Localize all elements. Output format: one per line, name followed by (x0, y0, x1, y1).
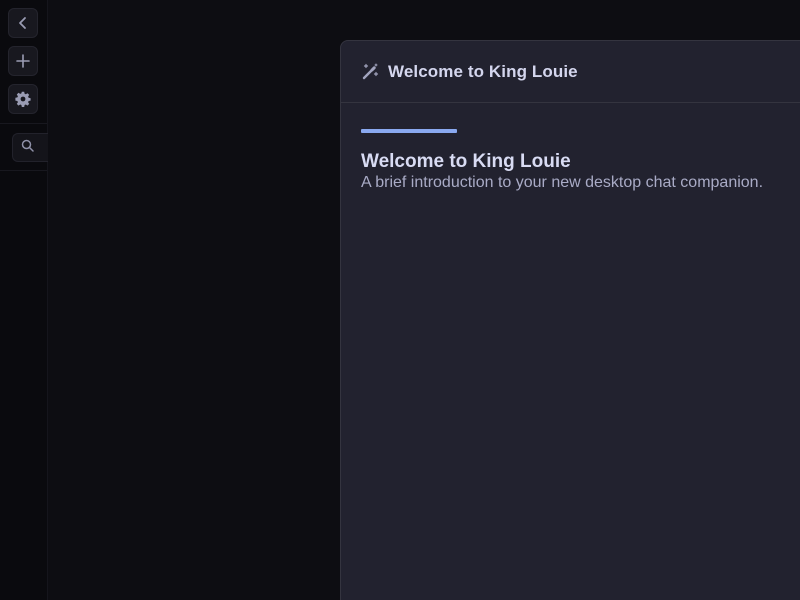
magic-wand-icon (361, 62, 379, 81)
new-chat-button[interactable] (8, 46, 38, 76)
onboarding-progress-bar (361, 129, 457, 133)
welcome-dialog: Welcome to King Louie Welcome to King Lo… (340, 40, 800, 600)
collapse-sidebar-button[interactable] (8, 8, 38, 38)
settings-button[interactable] (8, 84, 38, 114)
step-subtitle: A brief introduction to your new desktop… (361, 174, 764, 191)
chevron-left-icon (16, 16, 30, 30)
sidebar (0, 0, 52, 600)
plus-icon (16, 54, 30, 68)
dialog-header: Welcome to King Louie (341, 41, 800, 103)
sidebar-divider (0, 123, 47, 124)
app-window: Welcome to King Louie Welcome to King Lo… (0, 0, 800, 600)
step-title: Welcome to King Louie (361, 151, 571, 172)
search-icon (21, 139, 34, 157)
dialog-title: Welcome to King Louie (388, 61, 578, 81)
sidebar-divider (0, 170, 47, 171)
gear-icon (15, 91, 31, 107)
search-input[interactable] (12, 133, 52, 162)
dialog-body: Welcome to King Louie A brief introducti… (341, 103, 800, 192)
